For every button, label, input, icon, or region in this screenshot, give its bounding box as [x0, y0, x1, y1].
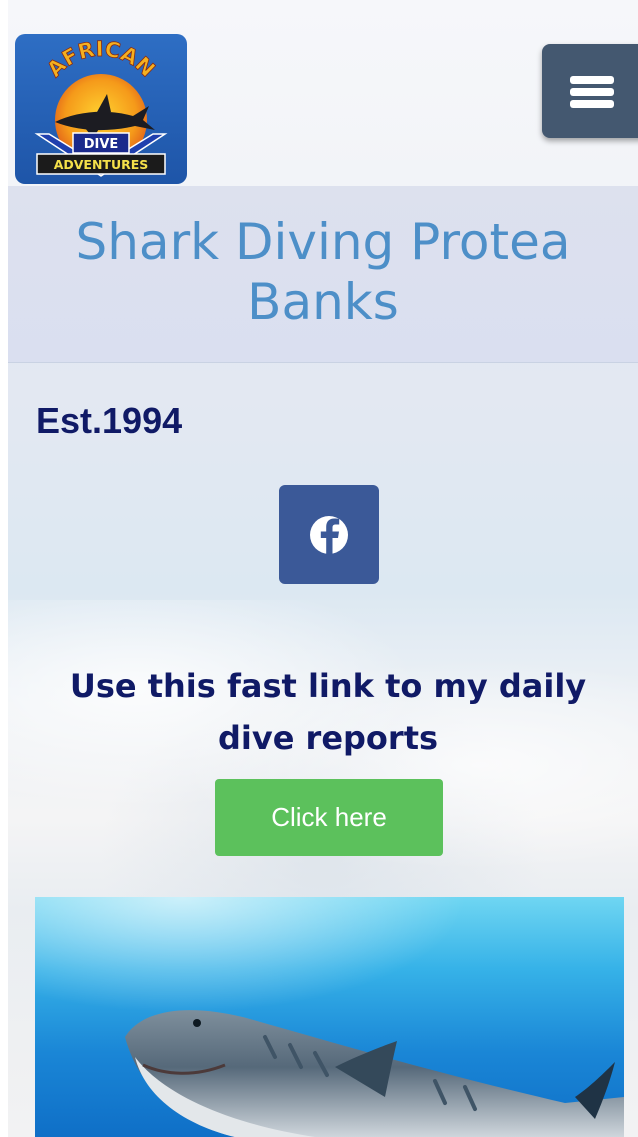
logo-graphic: AFRICAN DIVE ADVENTURES — [34, 36, 168, 177]
site-header: AFRICAN DIVE ADVENTURES — [8, 0, 638, 186]
dive-reports-text: Use this fast link to my daily dive repo… — [69, 667, 587, 757]
established-text: Est.1994 — [36, 400, 183, 441]
logo-adventures-text: ADVENTURES — [54, 157, 149, 172]
menu-toggle-button[interactable] — [542, 44, 638, 138]
site-logo[interactable]: AFRICAN DIVE ADVENTURES — [15, 34, 187, 184]
page-title: Shark Diving Protea Banks — [75, 213, 571, 331]
facebook-icon — [310, 516, 348, 555]
facebook-button[interactable] — [279, 485, 379, 584]
tiger-shark-image — [35, 897, 624, 1137]
logo-dive-text: DIVE — [84, 137, 119, 152]
daily-dive-reports-button[interactable]: Click here — [215, 779, 443, 856]
page-title-section: Shark Diving Protea Banks — [8, 186, 638, 363]
page: AFRICAN DIVE ADVENTURES Shark Diving Pro… — [8, 0, 638, 1137]
shark-photo — [35, 897, 624, 1137]
